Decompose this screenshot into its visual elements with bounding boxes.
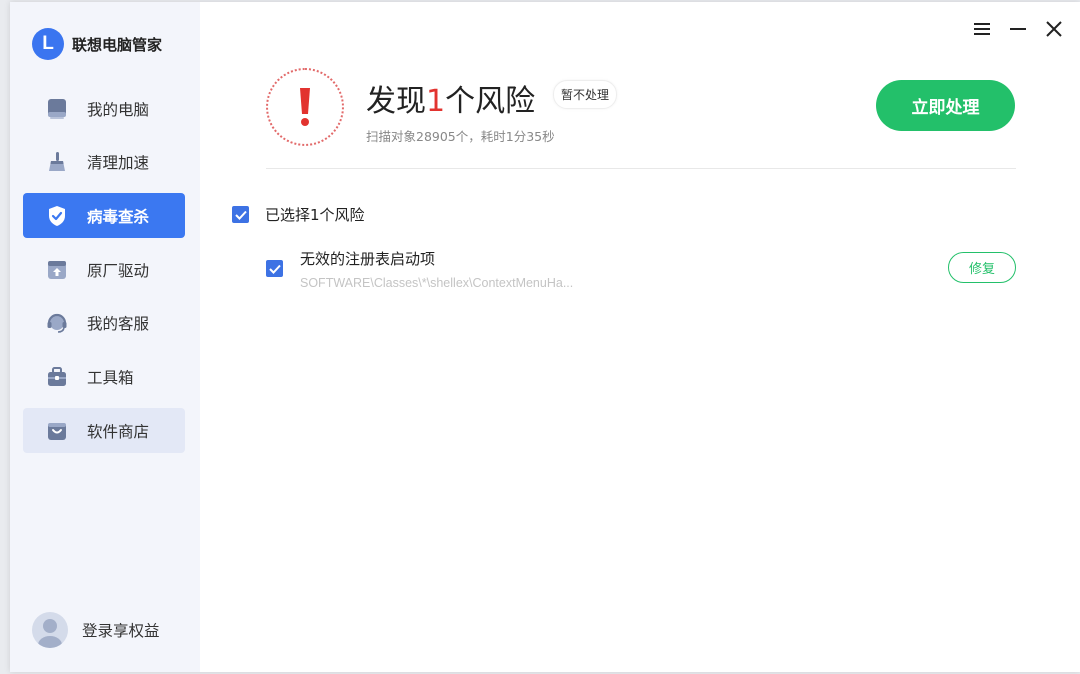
risk-item-title: 无效的注册表启动项 [300,250,436,268]
headset-icon [45,311,69,335]
brand: L 联想电脑管家 [32,28,162,60]
toolbox-icon [45,365,69,389]
app-window: L 联想电脑管家 我的电脑 清理加速 病毒查杀 原厂驱动 我的客服 工具箱 软件… [10,2,1080,672]
sidebar-item-label: 我的电脑 [87,100,150,119]
close-icon[interactable] [1046,18,1062,40]
login-label: 登录享权益 [82,622,160,640]
page-title: 发现1个风险 [366,76,535,120]
minimize-icon[interactable] [1010,18,1026,40]
sidebar-item-software-store[interactable]: 软件商店 [23,408,185,454]
window-controls [974,18,1062,40]
avatar [32,612,68,648]
shield-icon [45,204,69,228]
title-suffix: 个风险 [445,84,536,119]
shopping-bag-icon [45,419,69,443]
logo-icon: L [32,28,64,60]
app-title: 联想电脑管家 [72,35,163,54]
risk-item-checkbox[interactable] [266,260,283,277]
title-prefix: 发现 [366,84,426,119]
check-icon [268,264,281,274]
sidebar-item-drivers[interactable]: 原厂驱动 [23,247,185,292]
select-all-checkbox[interactable] [232,206,249,223]
sidebar-item-support[interactable]: 我的客服 [23,301,185,346]
sidebar-item-label: 工具箱 [87,368,134,387]
sidebar-item-label: 我的客服 [87,315,150,334]
risk-warning-badge [266,68,344,146]
computer-icon [45,97,69,121]
sidebar-item-virus-scan[interactable]: 病毒查杀 [23,193,185,239]
menu-icon[interactable] [974,18,990,40]
sidebar-item-cleanup[interactable]: 清理加速 [23,140,185,185]
divider [266,168,1016,169]
list-item: 无效的注册表启动项 SOFTWARE\Classes\*\shellex\Con… [266,248,1016,296]
sidebar-item-label: 软件商店 [87,422,150,441]
sidebar-item-label: 病毒查杀 [87,207,150,226]
driver-upload-icon [45,258,69,282]
sidebar-item-my-computer[interactable]: 我的电脑 [23,86,185,131]
sidebar: L 联想电脑管家 我的电脑 清理加速 病毒查杀 原厂驱动 我的客服 工具箱 软件… [10,2,200,672]
login-rewards[interactable]: 登录享权益 [32,612,160,648]
scan-summary: 扫描对象28905个，耗时1分35秒 [366,129,555,144]
risk-item-path: SOFTWARE\Classes\*\shellex\ContextMenuHa… [300,276,574,290]
handle-now-button[interactable]: 立即处理 [876,80,1015,131]
risk-count: 1 [426,84,446,119]
sidebar-item-label: 清理加速 [87,154,150,173]
select-all-label: 已选择1个风险 [265,206,365,224]
broom-icon [45,150,69,174]
fix-button[interactable]: 修复 [948,252,1016,283]
sidebar-nav: 我的电脑 清理加速 病毒查杀 原厂驱动 我的客服 工具箱 软件商店 [23,86,185,462]
sidebar-item-label: 原厂驱动 [87,261,150,280]
select-all-row: 已选择1个风险 [232,204,365,225]
ignore-button[interactable]: 暂不处理 [553,80,618,109]
exclamation-icon [300,88,310,126]
check-icon [234,210,247,220]
sidebar-item-toolbox[interactable]: 工具箱 [23,354,185,399]
